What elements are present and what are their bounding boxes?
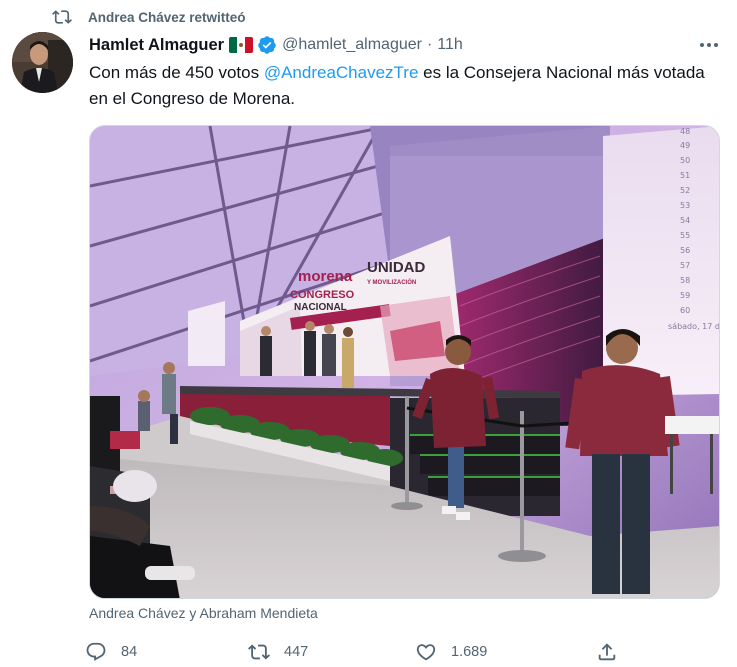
mexico-flag-icon — [229, 37, 254, 53]
more-options-button[interactable] — [692, 34, 726, 56]
screen-number: 60 — [680, 306, 690, 315]
like-count: 1.689 — [451, 644, 488, 660]
screen-number: 52 — [680, 186, 690, 195]
reply-icon — [86, 642, 106, 661]
verified-badge-icon — [258, 36, 276, 54]
like-button[interactable]: 1.689 — [415, 638, 487, 666]
retweet-context-text: Andrea Chávez retwitteó — [88, 9, 246, 25]
screen-number: 53 — [680, 201, 690, 210]
photo-caption[interactable]: Andrea Chávez y Abraham Mendieta — [89, 605, 318, 621]
screen-number: 51 — [680, 171, 690, 180]
screen-number: 56 — [680, 246, 690, 255]
banner-congreso: CONGRESO — [290, 289, 355, 301]
separator-dot: · — [426, 36, 433, 53]
retweet-button[interactable]: 447 — [248, 638, 308, 666]
retweet-icon — [52, 10, 72, 24]
banner-morena: morena — [298, 268, 353, 285]
tweet-header: Hamlet Almaguer @hamlet_almaguer · 11h — [89, 33, 463, 57]
reply-button[interactable]: 84 — [85, 638, 137, 666]
screen-number: 59 — [680, 291, 690, 300]
more-horizontal-icon — [700, 43, 718, 47]
reply-count: 84 — [121, 644, 138, 660]
tweet-text: Con más de 450 votos @AndreaChavezTre es… — [89, 60, 709, 112]
tweet-photo[interactable]: 48 49 50 51 52 53 54 55 56 57 58 59 60 s… — [89, 125, 720, 599]
retweet-icon — [248, 644, 270, 660]
retweet-count: 447 — [284, 644, 309, 660]
tweet-text-start: Con más de 450 votos — [89, 63, 264, 82]
screen-number: 49 — [680, 141, 690, 150]
author-handle[interactable]: @hamlet_almaguer — [282, 36, 422, 54]
banner-unidad: UNIDAD — [367, 259, 425, 276]
share-icon — [598, 643, 616, 661]
timestamp[interactable]: 11h — [437, 36, 463, 54]
mention-link[interactable]: @AndreaChavezTre — [264, 63, 419, 82]
screen-number: 50 — [680, 156, 690, 165]
banner-movilizacion: Y MOVILIZACIÓN — [367, 278, 416, 286]
share-button[interactable] — [596, 638, 618, 666]
screen-number: 48 — [680, 127, 690, 136]
retweet-context[interactable]: Andrea Chávez retwitteó — [52, 6, 246, 28]
display-name[interactable]: Hamlet Almaguer — [89, 36, 224, 55]
avatar[interactable] — [12, 32, 73, 93]
screen-number: 57 — [680, 261, 690, 270]
screen-number: 58 — [680, 276, 690, 285]
screen-number: 55 — [680, 231, 690, 240]
tweet-actions: 84 447 1.689 — [85, 638, 625, 666]
heart-icon — [416, 644, 436, 661]
screen-date: sábado, 17 d — [668, 322, 720, 331]
screen-number: 54 — [680, 216, 690, 225]
